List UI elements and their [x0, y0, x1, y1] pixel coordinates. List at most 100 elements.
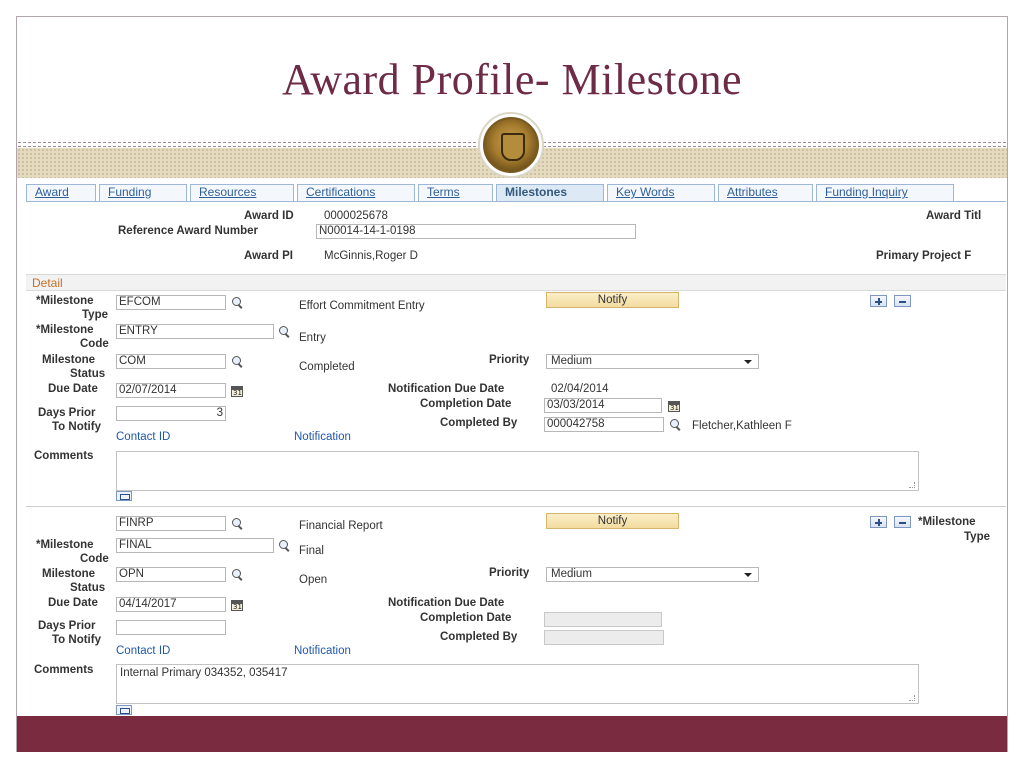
- milestone-type-label: *Milestone: [918, 516, 976, 528]
- chevron-down-icon: [744, 360, 752, 364]
- days-prior-field[interactable]: [116, 620, 226, 635]
- comments-label: Comments: [34, 450, 94, 462]
- priority-label: Priority: [489, 354, 530, 366]
- milestone-type-description: Financial Report: [299, 520, 383, 532]
- milestone-type-label-2: Type: [82, 309, 108, 321]
- completed-by-label: Completed By: [440, 417, 518, 429]
- tab-attributes[interactable]: Attributes: [718, 184, 813, 201]
- lookup-icon[interactable]: [278, 325, 292, 339]
- expand-textarea-icon[interactable]: [116, 705, 132, 715]
- calendar-icon[interactable]: [668, 401, 680, 412]
- completion-date-label: Completion Date: [420, 398, 512, 410]
- detail-section-header: Detail: [26, 274, 1006, 291]
- priority-select[interactable]: Medium: [546, 354, 759, 369]
- completion-date-field: [544, 612, 662, 627]
- comments-label: Comments: [34, 664, 94, 676]
- due-date-label: Due Date: [48, 597, 98, 609]
- lookup-icon[interactable]: [231, 517, 245, 531]
- seal-emblem-icon: [483, 117, 539, 173]
- milestone-type-label-2: Type: [964, 531, 990, 543]
- tab-underline: [26, 201, 1006, 202]
- delete-row-icon[interactable]: [894, 295, 911, 307]
- tab-terms[interactable]: Terms: [418, 184, 493, 201]
- milestone-type-field[interactable]: FINRP: [116, 516, 226, 531]
- days-prior-field[interactable]: 3: [116, 406, 226, 421]
- add-row-icon[interactable]: [870, 516, 887, 528]
- award-pi-value: McGinnis,Roger D: [324, 250, 418, 262]
- milestone-type-field[interactable]: EFCOM: [116, 295, 226, 310]
- chevron-down-icon: [744, 573, 752, 577]
- notification-due-date-label: Notification Due Date: [388, 383, 505, 395]
- delete-row-icon[interactable]: [894, 516, 911, 528]
- milestone-code-field[interactable]: FINAL: [116, 538, 274, 553]
- milestone-status-label-2: Status: [70, 582, 106, 594]
- add-row-icon[interactable]: [870, 295, 887, 307]
- reference-award-field[interactable]: N00014-14-1-0198: [316, 224, 636, 239]
- due-date-field[interactable]: 04/14/2017: [116, 597, 226, 612]
- university-seal: [478, 112, 544, 178]
- lookup-icon[interactable]: [278, 539, 292, 553]
- completed-by-field[interactable]: 000042758: [544, 417, 664, 432]
- award-id-label: Award ID: [244, 210, 294, 222]
- completion-date-field[interactable]: 03/03/2014: [544, 398, 662, 413]
- milestone-status-field[interactable]: COM: [116, 354, 226, 369]
- milestone-code-label: *Milestone: [36, 324, 94, 336]
- milestone-status-description: Completed: [299, 361, 355, 373]
- award-pi-label: Award PI: [244, 250, 293, 262]
- primary-project-label: Primary Project F: [876, 250, 972, 262]
- completion-date-label: Completion Date: [420, 612, 512, 624]
- days-prior-label-2: To Notify: [52, 421, 101, 433]
- contact-id-link[interactable]: Contact ID: [116, 645, 170, 657]
- due-date-field[interactable]: 02/07/2014: [116, 383, 226, 398]
- tab-bar: Award Funding Resources Certifications T…: [26, 184, 957, 202]
- priority-value: Medium: [551, 355, 592, 367]
- tab-award[interactable]: Award: [26, 184, 96, 201]
- lookup-icon[interactable]: [669, 418, 683, 432]
- completed-by-field: [544, 630, 664, 645]
- comments-field[interactable]: Internal Primary 034352, 035417: [116, 664, 919, 704]
- days-prior-label-2: To Notify: [52, 634, 101, 646]
- slide-title: Award Profile- Milestone: [281, 55, 743, 104]
- notification-due-date-value: 02/04/2014: [551, 383, 609, 395]
- notify-button[interactable]: Notify: [546, 513, 679, 529]
- notification-link[interactable]: Notification: [294, 645, 351, 657]
- priority-select[interactable]: Medium: [546, 567, 759, 582]
- comments-field[interactable]: [116, 451, 919, 491]
- milestone-type-description: Effort Commitment Entry: [299, 300, 425, 312]
- milestone-status-description: Open: [299, 574, 328, 586]
- completed-by-label: Completed By: [440, 631, 518, 643]
- priority-label: Priority: [489, 567, 530, 579]
- expand-textarea-icon[interactable]: [116, 491, 132, 501]
- tab-funding-inquiry[interactable]: Funding Inquiry: [816, 184, 954, 201]
- calendar-icon[interactable]: [231, 386, 243, 397]
- footer-bar: [17, 716, 1007, 752]
- tab-resources[interactable]: Resources: [190, 184, 294, 201]
- milestone-code-label: *Milestone: [36, 539, 94, 551]
- milestone-type-label: *Milestone: [36, 295, 94, 307]
- contact-id-link[interactable]: Contact ID: [116, 431, 170, 443]
- resize-grip-icon[interactable]: [909, 482, 915, 488]
- milestone-code-field[interactable]: ENTRY: [116, 324, 274, 339]
- calendar-icon[interactable]: [231, 600, 243, 611]
- award-id-value: 0000025678: [324, 210, 388, 222]
- milestone-code-label-2: Code: [80, 553, 109, 565]
- notification-link[interactable]: Notification: [294, 431, 351, 443]
- milestone-status-label: Milestone: [42, 354, 96, 366]
- milestone-status-label-2: Status: [70, 368, 106, 380]
- milestone-code-description: Final: [299, 545, 324, 557]
- reference-award-label: Reference Award Number: [118, 225, 258, 237]
- lookup-icon[interactable]: [231, 568, 245, 582]
- tab-milestones[interactable]: Milestones: [496, 184, 604, 201]
- tab-certifications[interactable]: Certifications: [297, 184, 415, 201]
- lookup-icon[interactable]: [231, 296, 245, 310]
- award-title-label: Award Titl: [926, 210, 982, 222]
- tab-key-words[interactable]: Key Words: [607, 184, 715, 201]
- detail-section-title: Detail: [32, 276, 63, 290]
- milestone-status-field[interactable]: OPN: [116, 567, 226, 582]
- notify-button[interactable]: Notify: [546, 292, 679, 308]
- row-separator: [26, 506, 1006, 507]
- tab-funding[interactable]: Funding: [99, 184, 187, 201]
- lookup-icon[interactable]: [231, 355, 245, 369]
- resize-grip-icon[interactable]: [909, 695, 915, 701]
- priority-value: Medium: [551, 568, 592, 580]
